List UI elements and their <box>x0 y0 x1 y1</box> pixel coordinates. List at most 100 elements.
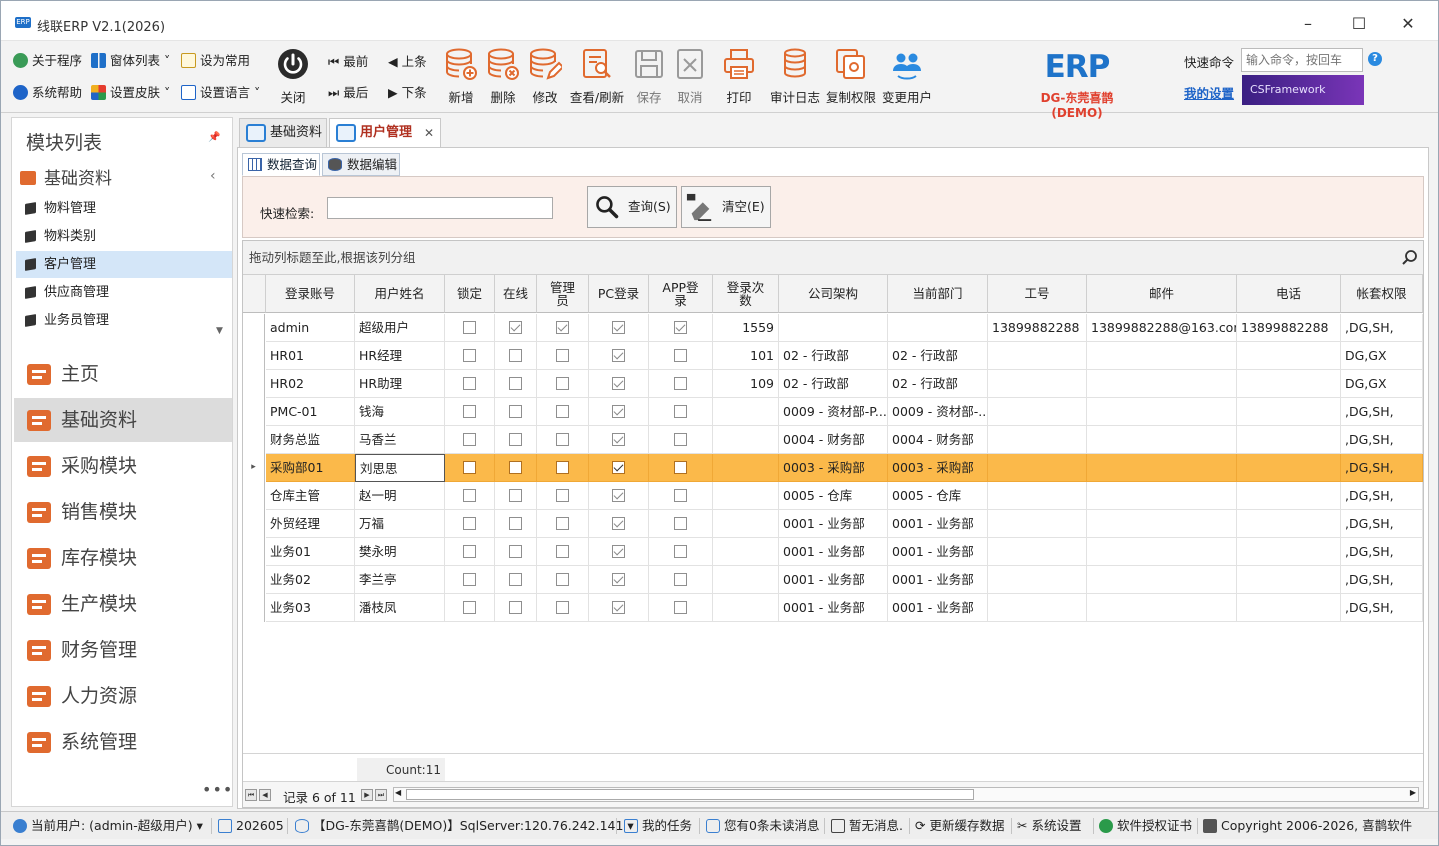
nav-first-button[interactable]: ⏮ 最前 <box>328 52 368 72</box>
table-cell[interactable] <box>1087 398 1237 426</box>
table-cell[interactable]: 财务总监 <box>266 426 355 454</box>
table-cell[interactable] <box>988 594 1087 622</box>
checkbox[interactable] <box>556 433 569 446</box>
table-cell[interactable] <box>713 454 779 482</box>
query-button[interactable]: 查询(S) <box>587 186 677 228</box>
checkbox[interactable] <box>463 489 476 502</box>
table-cell[interactable]: ,DG,SH, <box>1341 426 1423 454</box>
checkbox[interactable] <box>612 377 625 390</box>
column-header[interactable]: PC登录 <box>589 275 649 313</box>
table-cell[interactable] <box>713 482 779 510</box>
table-cell[interactable]: DG,GX <box>1341 342 1423 370</box>
table-cell[interactable]: 0003 - 采购部 <box>779 454 888 482</box>
table-cell[interactable]: ,DG,SH, <box>1341 566 1423 594</box>
checkbox[interactable] <box>674 545 687 558</box>
checkbox[interactable] <box>463 433 476 446</box>
checkbox[interactable] <box>463 349 476 362</box>
table-cell[interactable]: 0009 - 资材部-P... <box>779 398 888 426</box>
table-row[interactable]: 财务总监 马香兰 0004 - 财务部 0004 - 财务部 ,DG,SH, <box>243 426 1423 454</box>
scroll-right-icon[interactable]: ▶ <box>1410 788 1416 797</box>
table-cell[interactable]: 樊永明 <box>355 538 445 566</box>
maximize-button[interactable]: ☐ <box>1344 11 1374 37</box>
table-cell[interactable]: admin <box>266 314 355 342</box>
table-cell[interactable]: 0001 - 业务部 <box>779 538 888 566</box>
scroll-left-icon[interactable]: ◀ <box>395 788 401 797</box>
table-cell[interactable] <box>1237 510 1341 538</box>
checkbox[interactable] <box>509 517 522 530</box>
column-header[interactable]: APP登录 <box>649 275 713 313</box>
table-cell[interactable] <box>1237 370 1341 398</box>
table-row[interactable]: 仓库主管 赵一明 0005 - 仓库 0005 - 仓库 ,DG,SH, <box>243 482 1423 510</box>
table-cell[interactable]: 0001 - 业务部 <box>888 594 988 622</box>
table-cell[interactable] <box>713 510 779 538</box>
table-cell[interactable]: 外贸经理 <box>266 510 355 538</box>
quick-search-input[interactable] <box>327 197 553 219</box>
checkbox[interactable] <box>612 601 625 614</box>
table-cell[interactable] <box>1237 426 1341 454</box>
table-cell[interactable]: 1559 <box>713 314 779 342</box>
table-row[interactable]: PMC-01 钱海 0009 - 资材部-P... 0009 - 资材部-... ,DG… <box>243 398 1423 426</box>
table-cell[interactable] <box>988 454 1087 482</box>
table-cell[interactable]: 13899882288@163.com <box>1087 314 1237 342</box>
group-basic-data[interactable]: 基础资料 <box>20 164 112 189</box>
table-cell[interactable] <box>1087 370 1237 398</box>
table-cell[interactable] <box>1237 398 1341 426</box>
status-system-settings[interactable]: ✂ 系统设置 <box>1017 817 1081 835</box>
table-cell[interactable] <box>888 314 988 342</box>
checkbox[interactable] <box>674 349 687 362</box>
checkbox[interactable] <box>674 433 687 446</box>
table-cell[interactable]: 赵一明 <box>355 482 445 510</box>
checkbox[interactable] <box>556 405 569 418</box>
checkbox[interactable] <box>509 489 522 502</box>
module-item[interactable]: 生产模块 <box>14 582 232 626</box>
status-current-user[interactable]: 当前用户: (admin-超级用户) ▾ <box>13 817 203 835</box>
table-row[interactable]: 业务02 李兰亭 0001 - 业务部 0001 - 业务部 ,DG,SH, <box>243 566 1423 594</box>
checkbox[interactable] <box>509 461 522 474</box>
command-input[interactable] <box>1241 48 1363 72</box>
module-item[interactable]: 销售模块 <box>14 490 232 534</box>
table-cell[interactable] <box>1087 510 1237 538</box>
table-row[interactable]: 业务01 樊永明 0001 - 业务部 0001 - 业务部 ,DG,SH, <box>243 538 1423 566</box>
table-cell[interactable]: 02 - 行政部 <box>779 370 888 398</box>
view-refresh-button[interactable]: 查看/刷新 <box>570 47 624 107</box>
status-database[interactable]: 【DG-东莞喜鹊(DEMO)】SqlServer:120.76.242.141 … <box>295 817 634 835</box>
module-item[interactable]: 库存模块 <box>14 536 232 580</box>
column-header[interactable]: 在线 <box>495 275 537 313</box>
table-cell[interactable] <box>1237 538 1341 566</box>
checkbox[interactable] <box>509 377 522 390</box>
status-period[interactable]: 202605 <box>218 817 284 835</box>
checkbox[interactable] <box>463 545 476 558</box>
copy-permission-button[interactable]: 复制权限 <box>826 47 876 107</box>
table-cell[interactable] <box>988 538 1087 566</box>
nav-last-icon[interactable]: ⏭ <box>375 789 387 801</box>
nav-next-icon[interactable]: ▶ <box>361 789 373 801</box>
table-cell[interactable] <box>713 566 779 594</box>
status-notice[interactable]: 暂无消息. <box>831 817 903 835</box>
column-header[interactable]: 用户姓名 <box>355 275 445 313</box>
print-button[interactable]: 打印 <box>717 47 761 107</box>
table-cell[interactable]: ,DG,SH, <box>1341 482 1423 510</box>
checkbox[interactable] <box>556 545 569 558</box>
checkbox[interactable] <box>612 433 625 446</box>
collapse-group-icon[interactable]: ‹ <box>210 168 216 184</box>
tab-user-management[interactable]: 用户管理 ✕ <box>329 118 441 148</box>
checkbox[interactable] <box>463 601 476 614</box>
module-item[interactable]: 人力资源 <box>14 674 232 718</box>
table-cell[interactable]: 02 - 行政部 <box>888 342 988 370</box>
table-cell[interactable]: HR02 <box>266 370 355 398</box>
column-header[interactable]: 邮件 <box>1087 275 1237 313</box>
status-messages[interactable]: 您有0条未读消息 <box>706 817 819 835</box>
table-cell[interactable] <box>1237 594 1341 622</box>
table-row[interactable]: 业务03 潘枝凤 0001 - 业务部 0001 - 业务部 ,DG,SH, <box>243 594 1423 622</box>
checkbox[interactable] <box>556 321 569 334</box>
checkbox[interactable] <box>556 573 569 586</box>
column-header[interactable]: 帐套权限 <box>1341 275 1423 313</box>
checkbox[interactable] <box>674 517 687 530</box>
table-cell[interactable] <box>1237 566 1341 594</box>
table-cell[interactable] <box>713 398 779 426</box>
table-cell[interactable] <box>1237 454 1341 482</box>
sidebar-item[interactable]: 供应商管理 <box>16 279 232 306</box>
table-cell[interactable]: 0009 - 资材部-... <box>888 398 988 426</box>
close-module-button[interactable]: 关闭 <box>271 47 315 107</box>
table-cell[interactable]: 马香兰 <box>355 426 445 454</box>
